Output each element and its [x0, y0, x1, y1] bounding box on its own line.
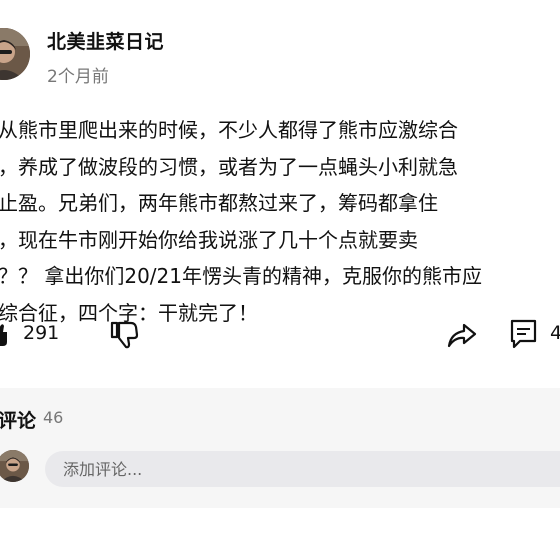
comment-button[interactable]: 4 [510, 310, 560, 360]
post-timestamp: 2个月前 [47, 67, 109, 87]
comments-section: 评论 46 [0, 388, 560, 508]
share-icon [446, 320, 478, 350]
action-bar: 291 4 [0, 310, 560, 360]
post-text-line: ？？ 拿出你们20/21年愣头青的精神，克服你的熊市应 [0, 264, 482, 288]
avatar-image [0, 450, 29, 482]
dislike-icon [108, 320, 140, 350]
comment-input[interactable] [45, 451, 560, 487]
comments-count: 46 [43, 408, 64, 427]
post-body: 从熊市里爬出来的时候，不少人都得了熊市应激综合 ，养成了做波段的习惯，或者为了一… [0, 112, 560, 331]
like-count: 291 [23, 322, 60, 344]
share-button[interactable] [446, 310, 480, 360]
author-name[interactable]: 北美韭菜日记 [47, 27, 164, 54]
post-text-line: ，现在牛市刚开始你给我说涨了几十个点就要卖 [0, 227, 418, 252]
post-text-line: 从熊市里爬出来的时候，不少人都得了熊市应激综合 [0, 118, 458, 142]
user-avatar [0, 450, 29, 482]
author-avatar[interactable] [0, 28, 30, 80]
like-icon [0, 322, 8, 348]
post-text-line: ，养成了做波段的习惯，或者为了一点蝇头小利就急 [0, 154, 458, 179]
avatar-image [0, 28, 30, 80]
comment-icon [510, 319, 538, 349]
like-button[interactable]: 291 [0, 310, 66, 360]
post-text-line: 止盈。兄弟们，两年熊市都熬过来了，筹码都拿住 [0, 191, 438, 215]
comment-count: 4 [550, 322, 560, 344]
comments-title: 评论 [0, 410, 37, 432]
dislike-button[interactable] [108, 310, 142, 360]
